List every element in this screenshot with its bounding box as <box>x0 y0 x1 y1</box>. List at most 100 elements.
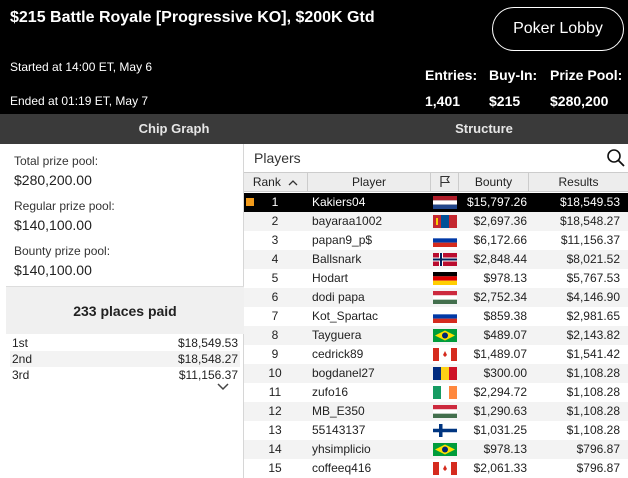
player-name: Kakiers04 <box>312 195 366 209</box>
flag-column-header[interactable] <box>431 173 459 191</box>
mongolia-flag-icon <box>433 215 457 228</box>
payout-row: 1st $18,549.53 <box>10 335 240 351</box>
tab-chip-graph[interactable]: Chip Graph <box>0 114 348 144</box>
regular-prize-value: $140,100.00 <box>14 217 92 233</box>
table-row[interactable]: 9 cedrick89 $1,489.07 $1,541.42 <box>244 345 628 364</box>
total-prize-value: $280,200.00 <box>14 172 92 188</box>
tab-structure[interactable]: Structure <box>348 114 620 144</box>
tab-bar: Chip Graph Structure <box>0 114 628 144</box>
rank-cell: 14 <box>268 442 282 456</box>
table-row[interactable]: 12 MB_E350 $1,290.63 $1,108.28 <box>244 402 628 421</box>
results-cell: $2,981.65 <box>566 309 620 323</box>
end-time: Ended at 01:19 ET, May 7 <box>10 94 149 108</box>
search-icon[interactable] <box>606 148 626 168</box>
netherlands-flag-icon <box>433 196 457 209</box>
table-row[interactable]: 13 55143137 $1,031.25 $1,108.28 <box>244 421 628 440</box>
canada-flag-icon <box>433 348 457 361</box>
ireland-flag-icon <box>433 386 457 399</box>
norway-flag-icon <box>433 253 457 266</box>
player-name: coffeeq416 <box>312 461 372 475</box>
results-cell: $796.87 <box>576 461 620 475</box>
table-row-selected[interactable]: 1 Kakiers04 $15,797.26 $18,549.53 <box>244 193 628 212</box>
chevron-up-icon <box>288 180 298 186</box>
russia-flag-icon <box>433 310 457 323</box>
results-column-header[interactable]: Results <box>529 173 628 191</box>
payout-amount: $11,156.37 <box>178 368 238 382</box>
table-row[interactable]: 3 papan9_p$ $6,172.66 $11,156.37 <box>244 231 628 250</box>
table-row[interactable]: 8 Tayguera $489.07 $2,143.82 <box>244 326 628 345</box>
bounty-cell: $1,031.25 <box>473 423 527 437</box>
player-name: bayaraa1002 <box>312 214 383 228</box>
table-row[interactable]: 6 dodi papa $2,752.34 $4,146.90 <box>244 288 628 307</box>
entries-label: Entries: <box>425 67 478 83</box>
rank-cell: 3 <box>271 233 279 247</box>
payout-amount: $18,549.53 <box>177 336 238 350</box>
bounty-cell: $2,061.33 <box>473 461 527 475</box>
prizepool-value: $280,200 <box>550 93 609 109</box>
bounty-prize-label: Bounty prize pool: <box>14 244 111 258</box>
places-paid: 233 places paid <box>6 286 244 334</box>
germany-flag-icon <box>433 272 457 285</box>
bounty-prize-value: $140,100.00 <box>14 262 92 278</box>
bounty-cell: $6,172.66 <box>473 233 527 247</box>
results-cell: $11,156.37 <box>560 233 620 247</box>
table-row[interactable]: 15 coffeeq416 $2,061.33 $796.87 <box>244 459 628 478</box>
rank-cell: 10 <box>268 366 282 380</box>
payout-row: 2nd $18,548.27 <box>10 351 240 367</box>
table-row[interactable]: 11 zufo16 $2,294.72 $1,108.28 <box>244 383 628 402</box>
rank-header-label: Rank <box>252 175 281 189</box>
canada-flag-icon <box>433 462 457 475</box>
bounty-cell: $978.13 <box>483 271 527 285</box>
players-table-header: Rank Player Bounty Results <box>244 172 628 192</box>
results-cell: $1,108.28 <box>566 423 620 437</box>
chevron-down-icon[interactable] <box>206 382 240 396</box>
russia-flag-icon <box>433 234 457 247</box>
player-name: zufo16 <box>312 385 349 399</box>
poker-lobby-button[interactable]: Poker Lobby <box>492 7 624 51</box>
bounty-cell: $2,294.72 <box>473 385 527 399</box>
entries-value: 1,401 <box>425 93 461 109</box>
payout-row: 3rd $11,156.37 <box>10 367 240 383</box>
player-name: Hodart <box>312 271 349 285</box>
tournament-title: $215 Battle Royale [Progressive KO], $20… <box>10 9 375 26</box>
bounty-column-header[interactable]: Bounty <box>459 173 529 191</box>
table-row[interactable]: 4 Ballsnark $2,848.44 $8,021.52 <box>244 250 628 269</box>
payout-place: 1st <box>12 336 29 350</box>
bounty-cell: $2,697.36 <box>473 214 527 228</box>
finland-flag-icon <box>433 424 457 437</box>
results-cell: $4,146.90 <box>566 290 620 304</box>
rank-cell: 4 <box>271 252 279 266</box>
player-name: bogdanel27 <box>312 366 375 380</box>
results-cell: $1,108.28 <box>566 385 620 399</box>
results-cell: $1,108.28 <box>566 404 620 418</box>
players-title: Players <box>254 150 301 166</box>
bounty-cell: $2,752.34 <box>473 290 527 304</box>
buyin-value: $215 <box>489 93 521 109</box>
table-row[interactable]: 5 Hodart $978.13 $5,767.53 <box>244 269 628 288</box>
results-cell: $8,021.52 <box>566 252 620 266</box>
payout-amount: $18,548.27 <box>177 352 238 366</box>
total-prize-label: Total prize pool: <box>14 154 99 168</box>
table-row[interactable]: 2 bayaraa1002 $2,697.36 $18,548.27 <box>244 212 628 231</box>
brazil-flag-icon <box>433 329 457 342</box>
payout-place: 3rd <box>12 368 30 382</box>
buyin-label: Buy-In: <box>489 67 538 83</box>
player-name: yhsimplicio <box>312 442 371 456</box>
table-row[interactable]: 14 yhsimplicio $978.13 $796.87 <box>244 440 628 459</box>
rank-cell: 13 <box>268 423 282 437</box>
player-name: MB_E350 <box>312 404 365 418</box>
players-panel: Players Rank Player Bounty Results 1 Kaki… <box>244 144 628 478</box>
player-name: 55143137 <box>312 423 366 437</box>
table-row[interactable]: 10 bogdanel27 $300.00 $1,108.28 <box>244 364 628 383</box>
rank-cell: 15 <box>268 461 282 475</box>
bounty-cell: $2,848.44 <box>473 252 527 266</box>
player-column-header[interactable]: Player <box>308 173 431 191</box>
flag-icon <box>439 175 450 187</box>
regular-prize-label: Regular prize pool: <box>14 199 115 213</box>
table-row[interactable]: 7 Kot_Spartac $859.38 $2,981.65 <box>244 307 628 326</box>
bounty-cell: $15,797.26 <box>466 195 527 209</box>
payout-place: 2nd <box>12 352 33 366</box>
rank-cell: 11 <box>268 385 282 399</box>
prize-panel: Total prize pool: $280,200.00 Regular pr… <box>0 144 244 478</box>
rank-column-header[interactable]: Rank <box>244 173 308 191</box>
